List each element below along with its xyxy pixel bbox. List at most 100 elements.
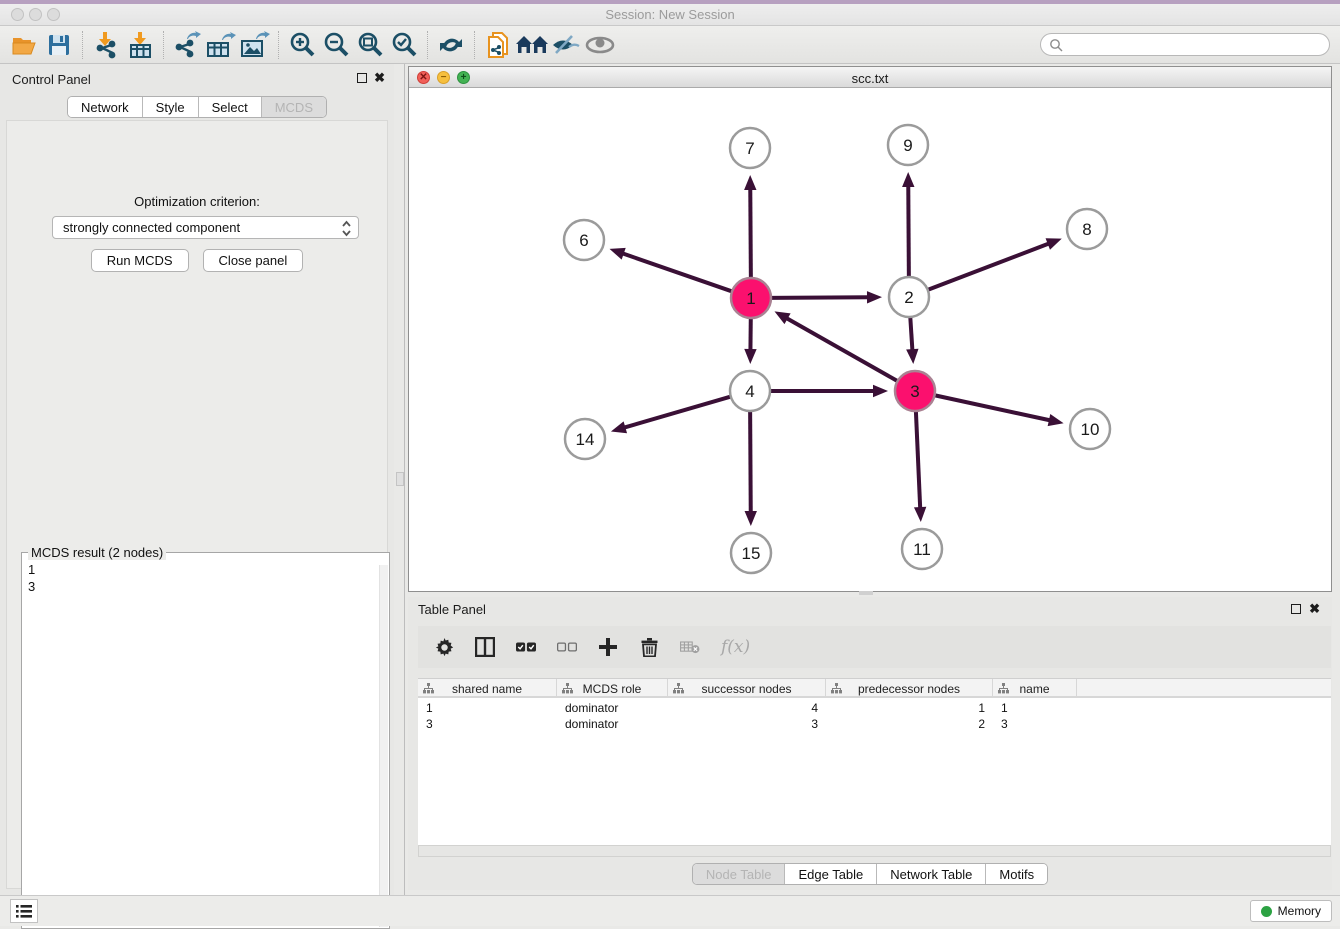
table-horizontal-scrollbar[interactable] — [418, 845, 1331, 857]
run-mcds-button[interactable]: Run MCDS — [91, 249, 189, 272]
table-panel: Table Panel ✖ f(x) shared nameMCDS roles… — [408, 597, 1332, 890]
table-cell[interactable]: 2 — [826, 716, 993, 732]
table-cell[interactable]: 3 — [993, 716, 1077, 732]
table-tab-edge-table[interactable]: Edge Table — [784, 864, 876, 884]
delete-table-icon[interactable] — [680, 637, 700, 657]
mcds-result-line: 1 — [28, 561, 375, 578]
graph-edge-1-7[interactable] — [750, 188, 751, 278]
criterion-dropdown[interactable]: strongly connected component — [52, 216, 359, 239]
close-panel-icon[interactable]: ✖ — [374, 70, 385, 86]
table-row[interactable]: 1dominator411 — [418, 700, 1331, 716]
table-cell[interactable]: 1 — [826, 700, 993, 716]
deselect-all-checkboxes-icon[interactable] — [557, 637, 577, 657]
import-table-icon[interactable] — [123, 30, 157, 60]
graph-node-9[interactable]: 9 — [888, 125, 928, 165]
graph-node-3[interactable]: 3 — [895, 371, 935, 411]
search-input[interactable] — [1063, 36, 1329, 54]
network-graph-canvas[interactable]: 7 9 6 8 1 2 4 3 14 10 15 11 — [409, 89, 1331, 591]
float-panel-icon[interactable] — [357, 73, 367, 83]
table-cell[interactable]: 3 — [418, 716, 557, 732]
show-details-icon[interactable] — [583, 30, 617, 60]
graph-node-7[interactable]: 7 — [730, 128, 770, 168]
memory-button[interactable]: Memory — [1250, 900, 1332, 922]
graph-node-15[interactable]: 15 — [731, 533, 771, 573]
network-window-resize-grip[interactable] — [859, 591, 873, 595]
graph-edge-2-8[interactable] — [928, 243, 1050, 290]
graph-node-8[interactable]: 8 — [1067, 209, 1107, 249]
close-panel-button[interactable]: Close panel — [203, 249, 304, 272]
table-cell[interactable]: 1 — [993, 700, 1077, 716]
mcds-result-scrollbar[interactable] — [379, 565, 388, 927]
export-image-icon[interactable] — [238, 30, 272, 60]
window-title: Session: New Session — [0, 7, 1340, 22]
panel-divider-grip[interactable] — [396, 472, 404, 486]
graph-edge-arrowhead — [1048, 414, 1064, 426]
graph-node-6[interactable]: 6 — [564, 220, 604, 260]
graph-edge-3-11[interactable] — [916, 411, 920, 509]
column-header-MCDS-role[interactable]: MCDS role — [557, 679, 668, 698]
column-header-name[interactable]: name — [993, 679, 1077, 698]
save-session-icon[interactable] — [42, 30, 76, 60]
graph-node-label: 1 — [746, 289, 755, 308]
table-tabs: Node TableEdge TableNetwork TableMotifs — [408, 863, 1332, 885]
open-session-icon[interactable] — [8, 30, 42, 60]
graph-edge-2-9[interactable] — [908, 185, 909, 277]
panel-divider[interactable] — [404, 64, 405, 895]
float-table-panel-icon[interactable] — [1291, 604, 1301, 614]
graph-node-4[interactable]: 4 — [730, 371, 770, 411]
graph-edge-1-2[interactable] — [771, 297, 869, 298]
network-file-icon[interactable] — [481, 30, 515, 60]
hide-details-icon[interactable] — [549, 30, 583, 60]
control-tab-network[interactable]: Network — [68, 97, 142, 117]
table-cell[interactable]: 1 — [418, 700, 557, 716]
table-cell[interactable]: 3 — [668, 716, 826, 732]
create-column-icon[interactable] — [598, 637, 618, 657]
select-all-checkboxes-icon[interactable] — [516, 637, 536, 657]
main-toolbar — [0, 26, 1340, 64]
table-tab-motifs[interactable]: Motifs — [985, 864, 1047, 884]
table-cell[interactable]: 4 — [668, 700, 826, 716]
graph-edge-1-6[interactable] — [622, 253, 732, 291]
function-builder-icon[interactable]: f(x) — [721, 637, 750, 657]
zoom-in-icon[interactable] — [285, 30, 319, 60]
zoom-fit-icon[interactable] — [353, 30, 387, 60]
graph-edge-4-14[interactable] — [623, 397, 730, 428]
table-tab-node-table[interactable]: Node Table — [693, 864, 785, 884]
zoom-out-icon[interactable] — [319, 30, 353, 60]
graph-node-1[interactable]: 1 — [731, 278, 771, 318]
task-history-button[interactable] — [10, 899, 38, 923]
column-header-successor-nodes[interactable]: successor nodes — [668, 679, 826, 698]
delete-row-trash-icon[interactable] — [639, 637, 659, 657]
graph-node-label: 8 — [1082, 220, 1091, 239]
graph-edge-4-15[interactable] — [750, 411, 751, 513]
graph-edge-2-3[interactable] — [910, 317, 912, 351]
home-icon[interactable] — [515, 30, 549, 60]
window-titlebar: Session: New Session — [0, 0, 1340, 26]
table-tab-network-table[interactable]: Network Table — [876, 864, 985, 884]
export-table-icon[interactable] — [204, 30, 238, 60]
column-header-predecessor-nodes[interactable]: predecessor nodes — [826, 679, 993, 698]
graph-node-14[interactable]: 14 — [565, 419, 605, 459]
export-network-icon[interactable] — [170, 30, 204, 60]
mcds-result-lines: 13 — [28, 561, 375, 926]
close-table-panel-icon[interactable]: ✖ — [1309, 601, 1320, 617]
graph-node-2[interactable]: 2 — [889, 277, 929, 317]
graph-node-label: 6 — [579, 231, 588, 250]
zoom-selected-icon[interactable] — [387, 30, 421, 60]
show-text-panel-icon[interactable] — [475, 637, 495, 657]
control-tab-mcds[interactable]: MCDS — [261, 97, 326, 117]
table-cell[interactable]: dominator — [557, 716, 668, 732]
table-cell[interactable]: dominator — [557, 700, 668, 716]
graph-edge-3-1[interactable] — [786, 318, 898, 381]
column-header-shared-name[interactable]: shared name — [418, 679, 557, 698]
apply-layout-icon[interactable] — [434, 30, 468, 60]
control-tab-style[interactable]: Style — [142, 97, 198, 117]
import-network-icon[interactable] — [89, 30, 123, 60]
graph-node-11[interactable]: 11 — [902, 529, 942, 569]
graph-edge-3-10[interactable] — [935, 395, 1051, 420]
graph-node-10[interactable]: 10 — [1070, 409, 1110, 449]
settings-gear-icon[interactable] — [434, 637, 454, 657]
control-tab-select[interactable]: Select — [198, 97, 261, 117]
table-panel-title: Table Panel — [418, 602, 486, 617]
table-row[interactable]: 3dominator323 — [418, 716, 1331, 732]
